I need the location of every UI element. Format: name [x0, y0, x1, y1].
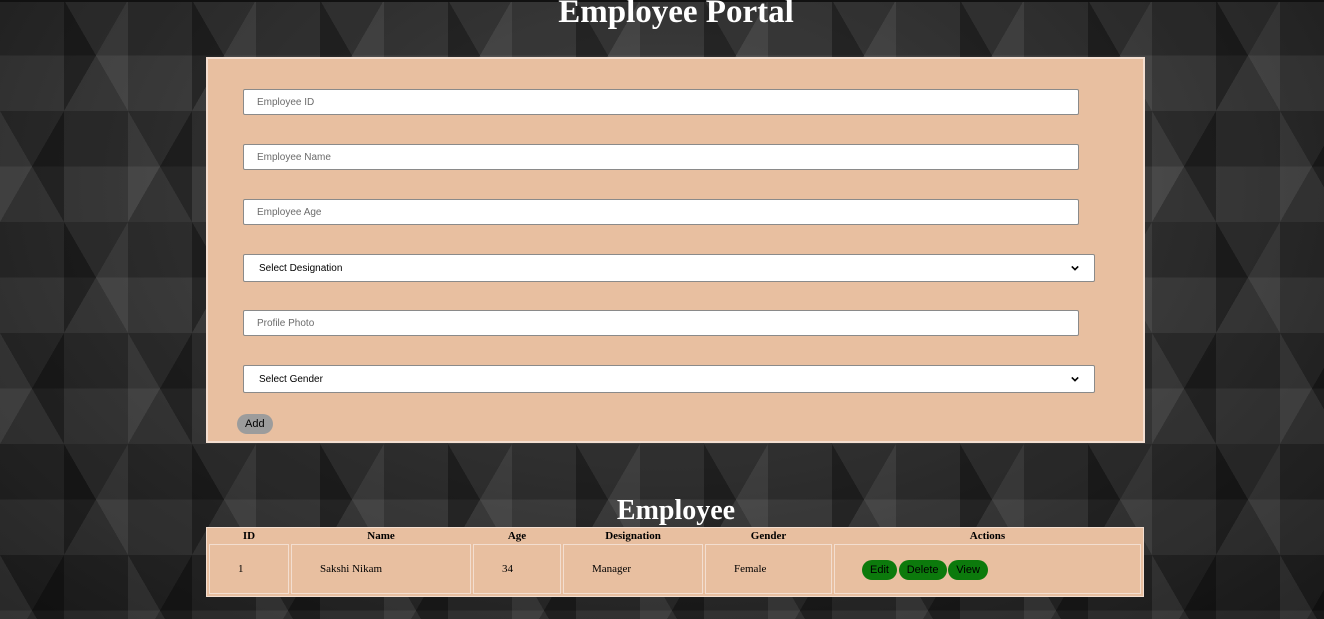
employee-age-input[interactable]: [243, 199, 1079, 225]
cell-gender: Female: [705, 544, 832, 594]
employee-section-title: Employee: [616, 495, 736, 526]
cell-id: 1: [209, 544, 289, 594]
designation-select-value: Select Designation: [259, 262, 343, 274]
column-header-actions: Actions: [969, 530, 1006, 542]
table-row: 1 Sakshi Nikam 34 Manager Female Edit De…: [209, 544, 1141, 594]
edit-button[interactable]: Edit: [862, 560, 897, 580]
view-button[interactable]: View: [948, 560, 988, 580]
gender-select-value: Select Gender: [259, 373, 323, 385]
column-header-gender: Gender: [750, 530, 787, 542]
employee-form-panel: Select Designation Select Gender Add: [206, 57, 1145, 443]
cell-actions: Edit Delete View: [834, 544, 1141, 594]
table-header-row: ID Name Age Designation Gender Actions: [209, 530, 1141, 542]
employee-id-input[interactable]: [243, 89, 1079, 115]
cell-age: 34: [473, 544, 561, 594]
profile-photo-input[interactable]: [243, 310, 1079, 336]
cell-name: Sakshi Nikam: [291, 544, 471, 594]
delete-button[interactable]: Delete: [898, 560, 947, 580]
page-title: Employee Portal: [558, 0, 794, 30]
gender-select[interactable]: Select Gender: [243, 365, 1095, 393]
column-header-id: ID: [242, 530, 256, 542]
add-button[interactable]: Add: [237, 414, 273, 434]
chevron-down-icon: [1071, 376, 1079, 382]
column-header-designation: Designation: [605, 530, 661, 542]
column-header-age: Age: [507, 530, 527, 542]
cell-designation: Manager: [563, 544, 703, 594]
column-header-name: Name: [367, 530, 395, 542]
chevron-down-icon: [1071, 265, 1079, 271]
employee-table: ID Name Age Designation Gender Actions 1…: [206, 527, 1144, 597]
designation-select[interactable]: Select Designation: [243, 254, 1095, 282]
employee-name-input[interactable]: [243, 144, 1079, 170]
